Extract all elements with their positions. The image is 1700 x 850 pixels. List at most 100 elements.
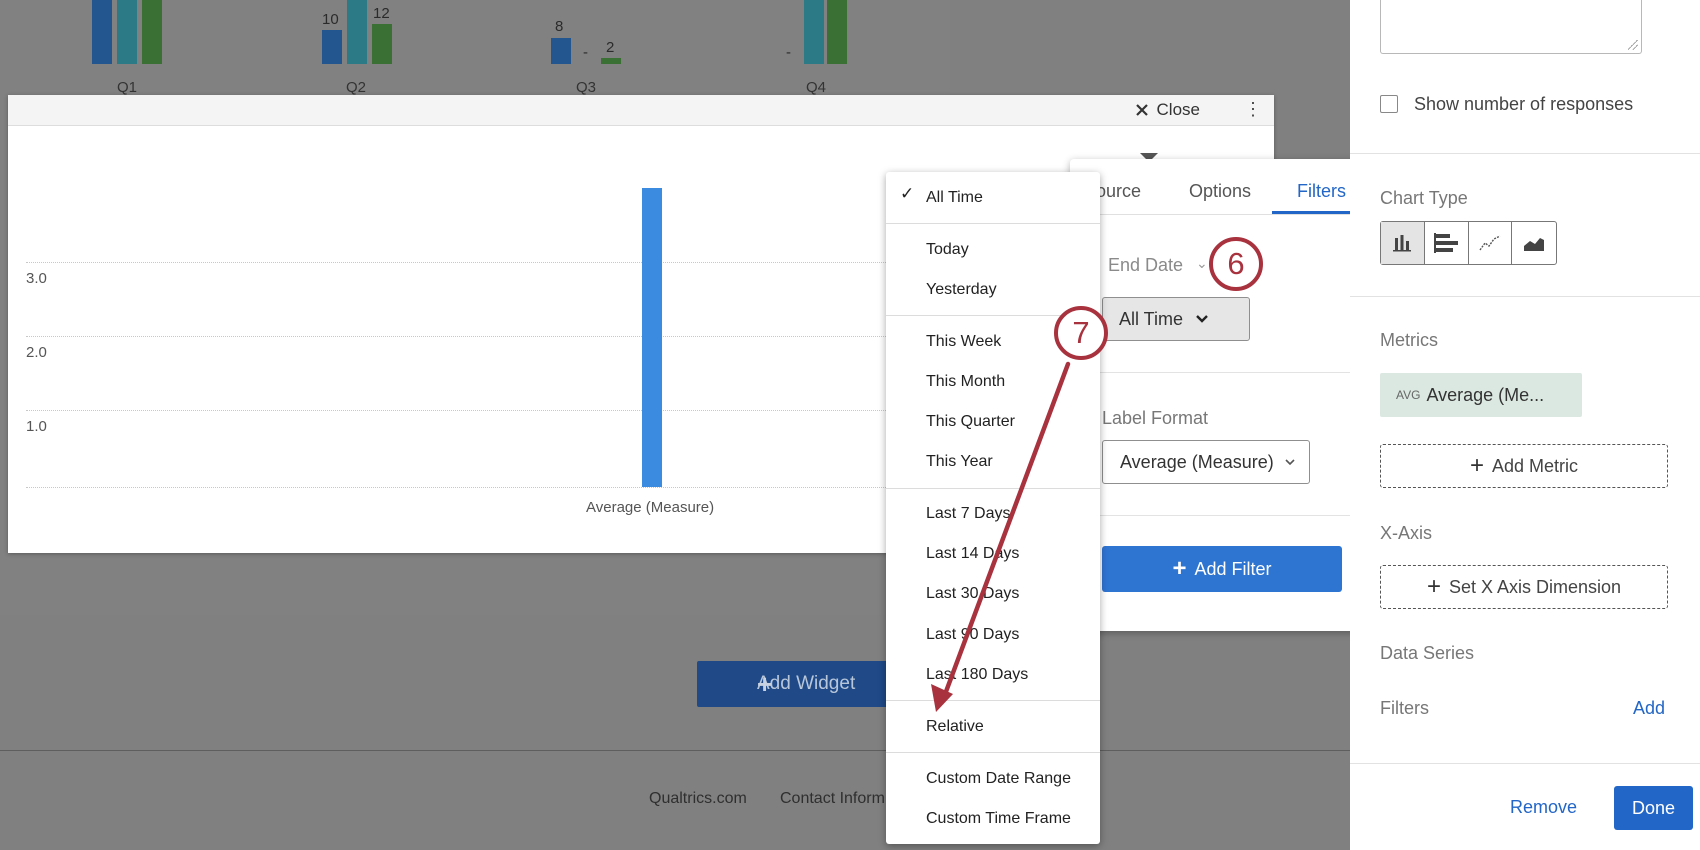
menu-item-all-time[interactable]: All Time: [926, 189, 983, 207]
date-range-menu: ✓ All Time Today Yesterday This Week Thi…: [886, 172, 1100, 844]
bg-value-label: -: [583, 44, 588, 61]
menu-item-last-90-days[interactable]: Last 90 Days: [926, 626, 1019, 644]
section-divider: [1070, 515, 1372, 516]
check-icon: ✓: [900, 184, 915, 203]
tab-options[interactable]: Options: [1189, 181, 1251, 202]
add-filter-button[interactable]: + Add Filter: [1102, 546, 1342, 592]
menu-item-relative[interactable]: Relative: [926, 718, 984, 736]
menu-item-custom-date-range[interactable]: Custom Date Range: [926, 770, 1071, 788]
chart-type-horizontal-bar-button[interactable]: [1425, 222, 1469, 264]
menu-item-this-month[interactable]: This Month: [926, 373, 1005, 391]
date-range-select[interactable]: All Time: [1102, 297, 1250, 341]
bg-bar: [92, 0, 112, 64]
tab-source[interactable]: ource: [1096, 181, 1141, 202]
done-button[interactable]: Done: [1614, 786, 1693, 830]
bg-bar: [372, 24, 392, 64]
footer-divider: [0, 750, 1350, 751]
add-filter-link[interactable]: Add: [1633, 698, 1665, 719]
tab-filters[interactable]: Filters: [1297, 181, 1346, 202]
bg-value-label: 2: [606, 39, 615, 56]
y-tick-label: 1.0: [26, 418, 47, 435]
menu-item-last-14-days[interactable]: Last 14 Days: [926, 545, 1019, 563]
step-marker-7: 7: [1054, 306, 1108, 360]
plus-icon: +: [1469, 452, 1484, 479]
chart-bar-average-measure[interactable]: [642, 188, 662, 487]
section-divider: [1350, 153, 1700, 154]
section-divider: [1070, 372, 1372, 373]
add-metric-button[interactable]: + Add Metric: [1380, 444, 1668, 488]
description-textarea[interactable]: [1380, 0, 1642, 54]
more-options-icon[interactable]: ⋮: [1244, 99, 1262, 119]
x-axis-label: X-Axis: [1380, 523, 1433, 543]
menu-item-this-week[interactable]: This Week: [926, 333, 1001, 351]
section-divider: [1350, 296, 1700, 297]
menu-item-today[interactable]: Today: [926, 241, 969, 259]
chart-type-line-button[interactable]: [1469, 222, 1513, 264]
chevron-down-icon: ⌄: [1196, 255, 1208, 271]
bg-bar: [827, 0, 847, 64]
date-range-value: All Time: [1119, 308, 1184, 329]
bg-bar: [551, 38, 571, 64]
set-x-axis-label: Set X Axis Dimension: [1448, 576, 1622, 597]
plus-icon: +: [1172, 555, 1187, 582]
metrics-label: Metrics: [1380, 330, 1438, 350]
menu-item-last-30-days[interactable]: Last 30 Days: [926, 585, 1019, 603]
bg-quarter-label: Q1: [117, 79, 138, 96]
bg-quarter-label: Q4: [806, 79, 827, 96]
bg-quarter-label: Q3: [576, 79, 597, 96]
menu-item-last-180-days[interactable]: Last 180 Days: [926, 666, 1028, 684]
bg-value-label: 12: [373, 5, 390, 22]
tab-divider: [1070, 214, 1372, 215]
metric-aggregation: AVG: [1396, 388, 1421, 402]
bg-bar: [117, 0, 137, 64]
menu-item-yesterday[interactable]: Yesterday: [926, 281, 997, 299]
plus-icon: +: [1426, 573, 1441, 600]
metric-name: Average (Me...: [1426, 384, 1545, 405]
bg-bar: [322, 30, 342, 64]
line-chart-icon: [1479, 235, 1501, 251]
bg-value-label: -: [786, 44, 791, 61]
add-metric-label: Add Metric: [1491, 455, 1579, 476]
widget-editor-sidebar: Show number of responses Chart Type Metr…: [1350, 0, 1700, 850]
filters-label: Filters: [1380, 698, 1429, 718]
bg-value-label: 8: [555, 18, 564, 35]
chevron-down-icon: [1196, 315, 1208, 323]
footer-link-qualtrics[interactable]: Qualtrics.com: [649, 790, 747, 808]
step-marker-6: 6: [1209, 237, 1263, 291]
show-responses-label: Show number of responses: [1414, 94, 1634, 114]
resize-handle-icon[interactable]: [1628, 40, 1638, 50]
bg-bar: [142, 0, 162, 64]
menu-divider: [886, 752, 1100, 753]
menu-divider: [886, 488, 1100, 489]
menu-item-custom-time-frame[interactable]: Custom Time Frame: [926, 810, 1071, 828]
label-format-value: Average (Measure): [1120, 451, 1274, 472]
menu-item-last-7-days[interactable]: Last 7 Days: [926, 505, 1010, 523]
chart-type-bar-button[interactable]: [1381, 222, 1425, 264]
add-filter-label: Add Filter: [1194, 558, 1272, 579]
menu-item-this-year[interactable]: This Year: [926, 453, 993, 471]
y-tick-label: 3.0: [26, 270, 47, 287]
remove-button[interactable]: Remove: [1510, 797, 1577, 818]
show-responses-checkbox[interactable]: [1380, 95, 1398, 113]
label-format-select[interactable]: Average (Measure): [1102, 440, 1310, 484]
widget-settings-popover: ource Options Filters End Date ⌄ All Tim…: [1070, 159, 1372, 631]
chart-type-label: Chart Type: [1380, 188, 1468, 208]
chart-type-selector: [1380, 221, 1557, 265]
close-icon: [1135, 104, 1148, 116]
bg-quarter-label: Q2: [346, 79, 367, 96]
area-chart-icon: [1524, 238, 1545, 251]
set-x-axis-button[interactable]: + Set X Axis Dimension: [1380, 565, 1668, 609]
metric-chip[interactable]: AVG Average (Me...: [1380, 373, 1582, 417]
close-label: Close: [1156, 100, 1200, 119]
close-button[interactable]: Close: [1135, 98, 1200, 122]
footer-link-contact[interactable]: Contact Inform: [780, 790, 885, 808]
menu-divider: [886, 700, 1100, 701]
data-series-label: Data Series: [1380, 643, 1475, 663]
end-date-label[interactable]: End Date: [1108, 255, 1183, 276]
menu-divider: [886, 223, 1100, 224]
plus-icon: +: [757, 669, 773, 699]
x-axis-category-label: Average (Measure): [586, 499, 715, 516]
menu-item-this-quarter[interactable]: This Quarter: [926, 413, 1015, 431]
chart-type-area-button[interactable]: [1512, 222, 1556, 264]
modal-header: Close ⋮: [8, 95, 1274, 126]
